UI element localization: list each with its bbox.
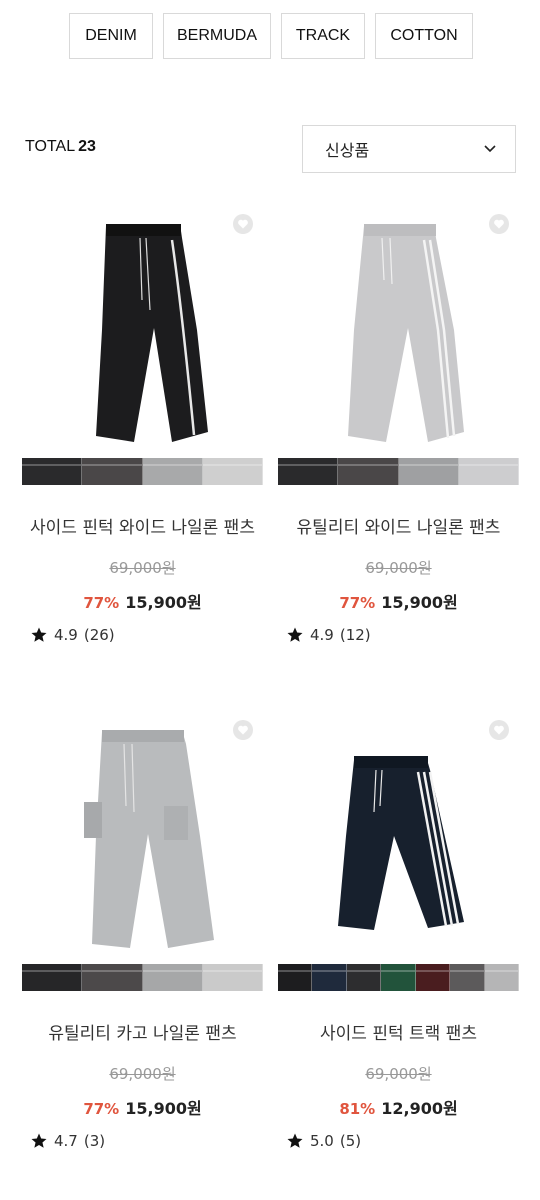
product-image[interactable] [22, 210, 263, 460]
wishlist-heart-button[interactable] [233, 214, 253, 234]
rating: 4.7 (3) [30, 1132, 105, 1150]
heart-icon [494, 219, 504, 229]
sale-price: 15,900원 [125, 1099, 202, 1118]
rating-value: 5.0 [310, 1132, 334, 1150]
star-icon [31, 1133, 47, 1148]
price-row: 81% 12,900원 [278, 1095, 519, 1119]
rating-value: 4.9 [54, 626, 78, 644]
discount-rate: 81% [339, 1100, 376, 1118]
color-swatch[interactable] [484, 964, 519, 991]
color-swatch[interactable] [142, 458, 203, 485]
original-price: 69,000원 [365, 559, 432, 577]
product-name[interactable]: 유틸리티 와이드 나일론 팬츠 [278, 513, 519, 538]
rating: 5.0 (5) [286, 1132, 361, 1150]
price-row: 77% 15,900원 [22, 1095, 263, 1119]
sale-price: 12,900원 [381, 1099, 458, 1118]
review-count: (5) [339, 1132, 362, 1150]
sale-price: 15,900원 [381, 593, 458, 612]
rating: 4.9 (12) [286, 626, 371, 644]
star-icon [287, 627, 303, 642]
product-name[interactable]: 유틸리티 카고 나일론 팬츠 [22, 1019, 263, 1044]
color-swatch[interactable] [458, 458, 519, 485]
filter-denim-button[interactable]: DENIM [69, 13, 153, 59]
total-count: TOTAL 23 [25, 138, 96, 156]
product-image[interactable] [22, 716, 263, 966]
color-swatch[interactable] [338, 458, 399, 485]
product-name[interactable]: 사이드 핀턱 와이드 나일론 팬츠 [22, 513, 263, 538]
color-swatch[interactable] [278, 458, 339, 485]
total-label: TOTAL [25, 138, 76, 155]
color-swatch[interactable] [82, 964, 143, 991]
color-swatch[interactable] [346, 964, 382, 991]
color-swatch[interactable] [202, 458, 263, 485]
sort-dropdown[interactable]: 신상품 [302, 125, 516, 173]
color-swatch-strip [22, 458, 263, 485]
review-count: (26) [83, 626, 115, 644]
star-icon [287, 1133, 303, 1148]
original-price: 69,000원 [109, 559, 176, 577]
color-swatch[interactable] [202, 964, 263, 991]
filter-bermuda-button[interactable]: BERMUDA [163, 13, 271, 59]
color-swatch[interactable] [142, 964, 203, 991]
star-icon [31, 627, 47, 642]
product-image-area[interactable] [22, 716, 263, 971]
color-swatch[interactable] [278, 964, 313, 991]
color-swatch-strip [278, 964, 519, 991]
sale-price: 15,900원 [125, 593, 202, 612]
color-swatch[interactable] [398, 458, 459, 485]
color-swatch[interactable] [450, 964, 485, 991]
filter-cotton-button[interactable]: COTTON [375, 13, 473, 59]
heart-icon [494, 725, 504, 735]
color-swatch-strip [278, 458, 519, 485]
rating-value: 4.9 [310, 626, 334, 644]
discount-rate: 77% [339, 594, 376, 612]
product-image-area[interactable] [22, 210, 263, 465]
original-price: 69,000원 [365, 1065, 432, 1083]
review-count: (3) [83, 1132, 106, 1150]
heart-icon [238, 219, 248, 229]
sort-selected-label: 신상품 [325, 141, 370, 160]
category-filter-tabs: DENIM BERMUDA TRACK COTTON [69, 13, 473, 59]
wishlist-heart-button[interactable] [233, 720, 253, 740]
color-swatch[interactable] [312, 964, 347, 991]
color-swatch[interactable] [22, 964, 83, 991]
review-count: (12) [339, 626, 371, 644]
discount-rate: 77% [83, 594, 120, 612]
original-price: 69,000원 [109, 1065, 176, 1083]
product-image-area[interactable] [278, 716, 519, 971]
color-swatch[interactable] [381, 964, 416, 991]
color-swatch[interactable] [415, 964, 451, 991]
color-swatch-strip [22, 964, 263, 991]
rating: 4.9 (26) [30, 626, 115, 644]
discount-rate: 77% [83, 1100, 120, 1118]
product-image[interactable] [278, 210, 519, 460]
price-row: 77% 15,900원 [278, 589, 519, 613]
wishlist-heart-button[interactable] [489, 720, 509, 740]
product-name[interactable]: 사이드 핀턱 트랙 팬츠 [278, 1019, 519, 1044]
product-image[interactable] [278, 716, 519, 966]
total-number: 23 [78, 138, 96, 155]
heart-icon [238, 725, 248, 735]
product-image-area[interactable] [278, 210, 519, 465]
filter-track-button[interactable]: TRACK [281, 13, 365, 59]
color-swatch[interactable] [22, 458, 83, 485]
chevron-down-icon [484, 145, 496, 153]
price-row: 77% 15,900원 [22, 589, 263, 613]
wishlist-heart-button[interactable] [489, 214, 509, 234]
color-swatch[interactable] [82, 458, 143, 485]
rating-value: 4.7 [54, 1132, 78, 1150]
